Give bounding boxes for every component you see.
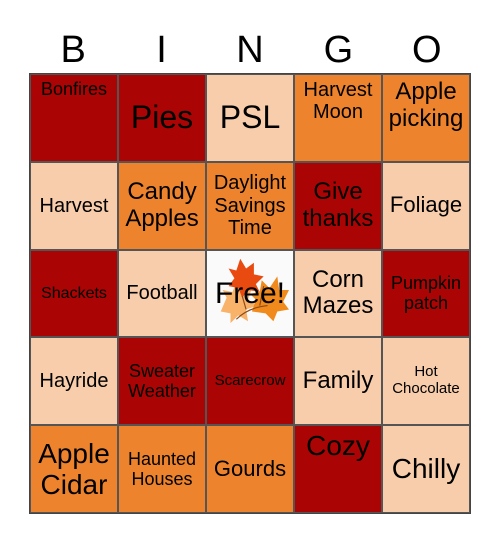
header-letter-b: B <box>60 29 86 71</box>
bingo-cell[interactable]: Gourds <box>206 425 294 513</box>
bingo-cell[interactable]: Sweater Weather <box>118 337 206 426</box>
header-letter-o: O <box>411 29 442 71</box>
bingo-cell[interactable]: Daylight Savings Time <box>206 161 294 250</box>
bingo-cell[interactable]: PSL <box>206 74 294 162</box>
bingo-cell[interactable]: Family <box>294 337 382 426</box>
bingo-cell[interactable]: Harvest Moon <box>294 74 382 162</box>
bingo-cell[interactable]: Football <box>118 249 206 338</box>
free-label: Free! <box>214 276 286 310</box>
bingo-cell[interactable]: Pumpkin patch <box>382 249 470 338</box>
bingo-cell[interactable]: Hayride <box>30 337 118 426</box>
bingo-cell[interactable]: Apple Cidar <box>30 425 118 513</box>
free-space[interactable]: Free! <box>206 249 294 338</box>
bingo-cell[interactable]: Haunted Houses <box>118 425 206 513</box>
bingo-cell[interactable]: Candy Apples <box>118 161 206 250</box>
bingo-cell[interactable]: Hot Chocolate <box>382 337 470 426</box>
bingo-cell[interactable]: Cozy <box>294 425 382 513</box>
header-letter-g: G <box>323 29 354 71</box>
bingo-cell[interactable]: Give thanks <box>294 161 382 250</box>
bingo-cell[interactable]: Harvest <box>30 161 118 250</box>
header-letter-n: N <box>236 29 264 71</box>
bingo-cell[interactable]: Shackets <box>30 249 118 338</box>
bingo-cell[interactable]: Pies <box>118 74 206 162</box>
bingo-cell[interactable]: Foliage <box>382 161 470 250</box>
bingo-cell[interactable]: Corn Mazes <box>294 249 382 338</box>
header-letter-i: I <box>156 29 167 71</box>
bingo-cell[interactable]: Bonfires <box>30 74 118 162</box>
bingo-card: Bonfires Pies PSL Harvest Moon Apple pic… <box>29 73 471 514</box>
bingo-cell[interactable]: Scarecrow <box>206 337 294 426</box>
bingo-cell[interactable]: Apple picking <box>382 74 470 162</box>
bingo-cell[interactable]: Chilly <box>382 425 470 513</box>
bingo-header: B I N G O <box>29 28 471 72</box>
